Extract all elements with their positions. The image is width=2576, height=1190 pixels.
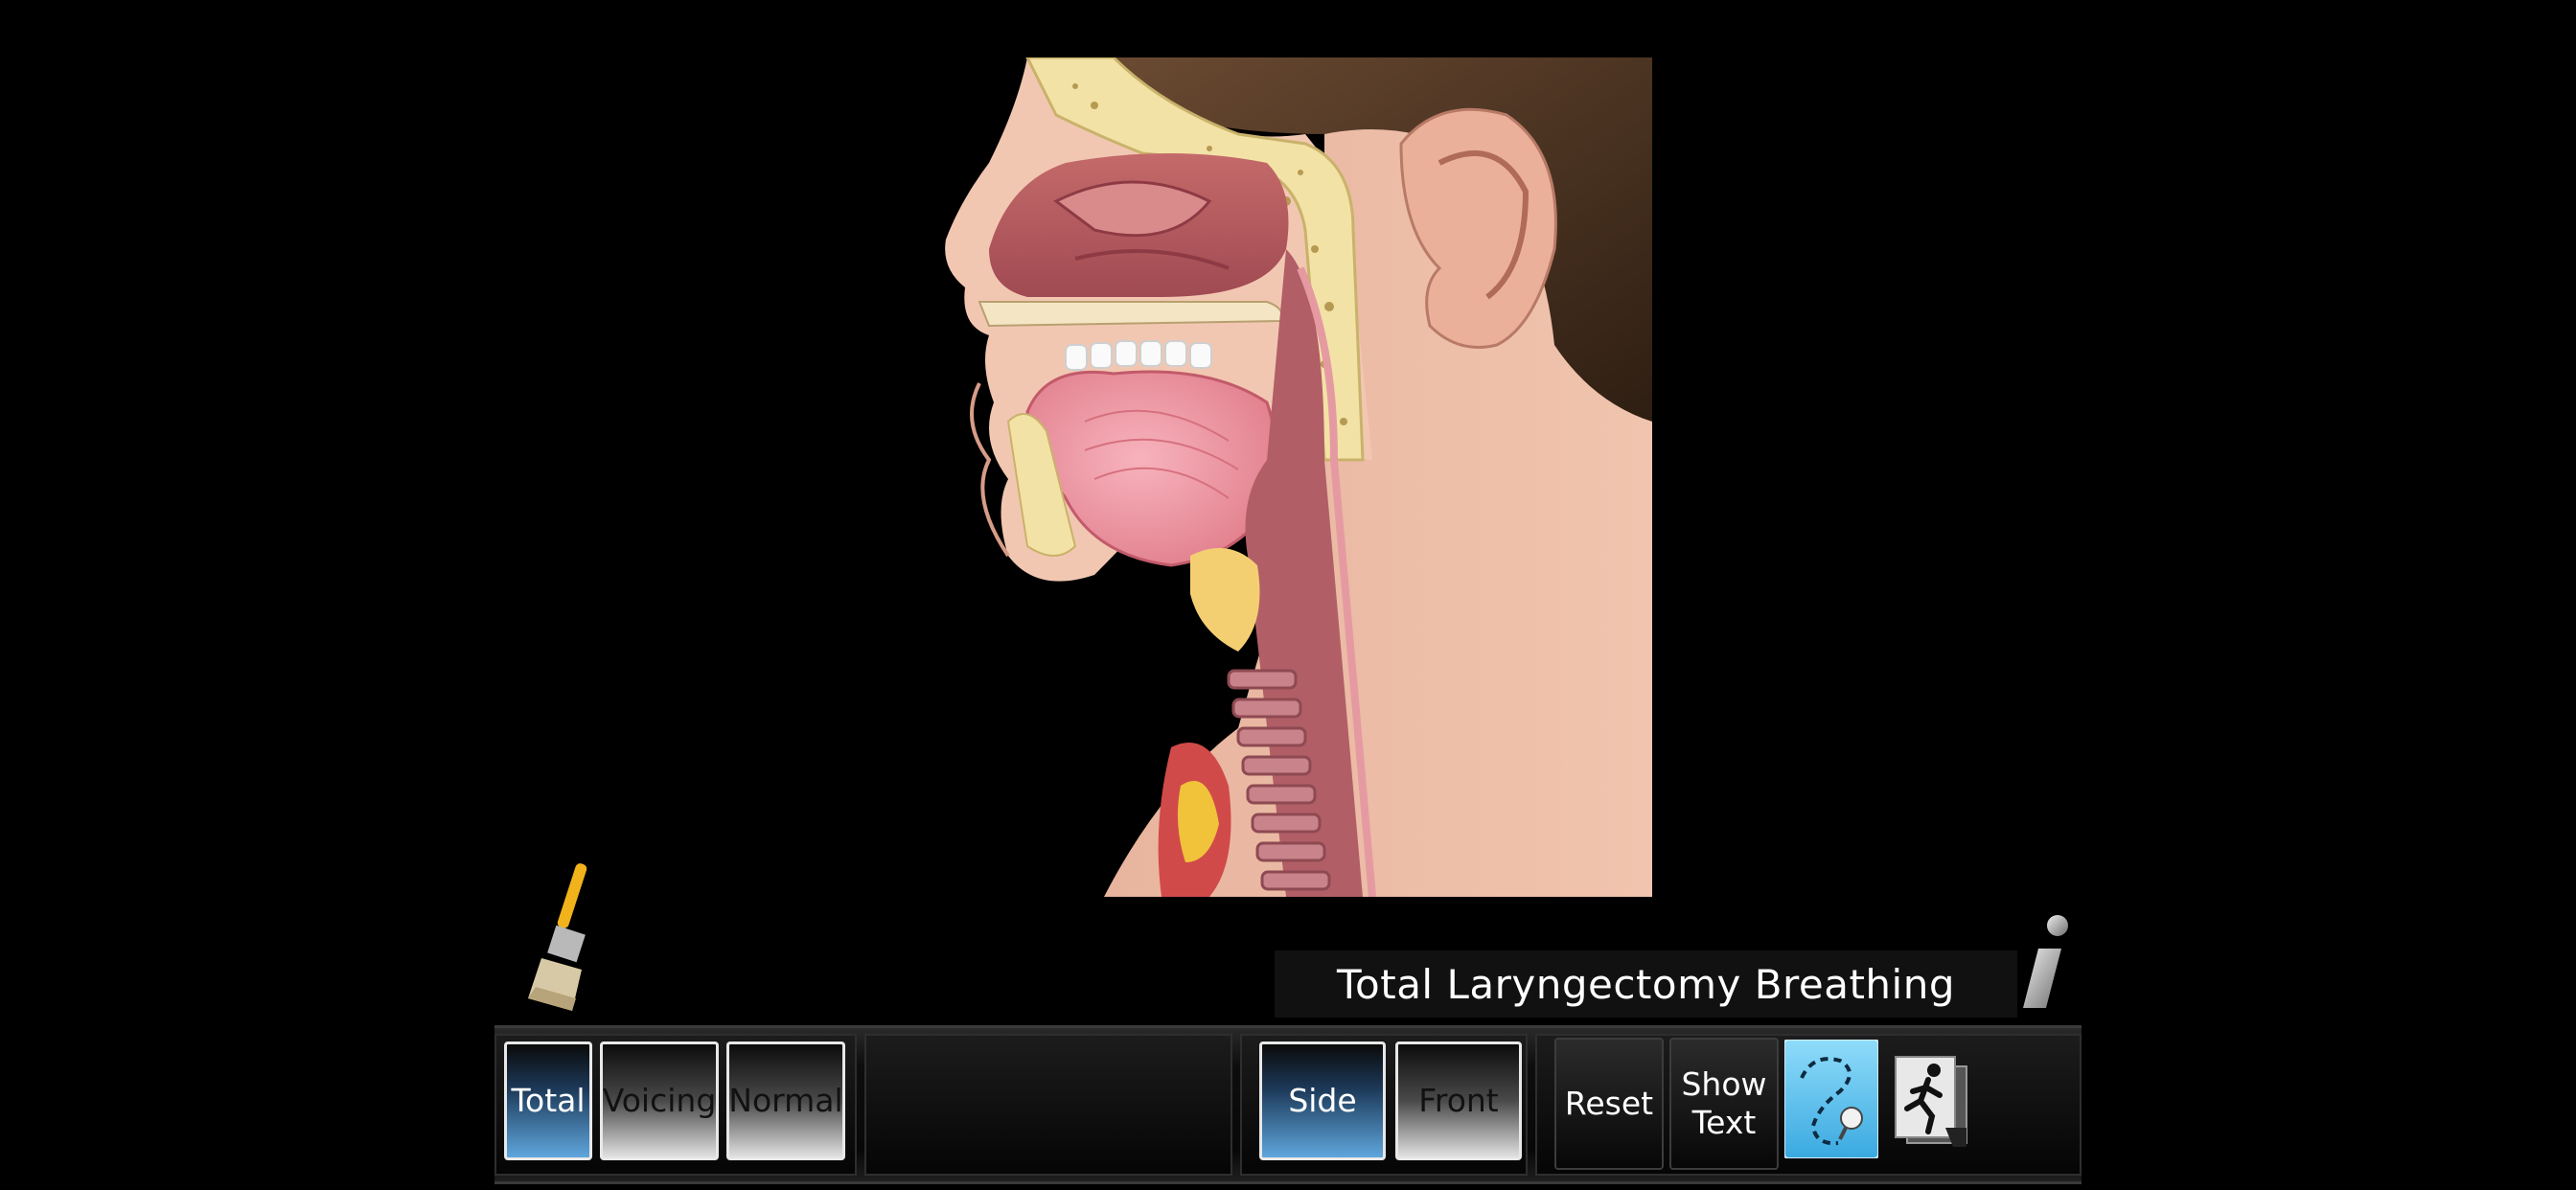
reset-button-label: Reset bbox=[1564, 1085, 1654, 1123]
title-bar: Total Laryngectomy Breathing bbox=[1275, 950, 2017, 1018]
front-view-button[interactable]: Front bbox=[1395, 1041, 1522, 1160]
path-trace-icon bbox=[1783, 1039, 1879, 1159]
show-text-button[interactable]: Show Text bbox=[1669, 1038, 1779, 1170]
voicing-button[interactable]: Voicing bbox=[600, 1041, 719, 1160]
exit-running-man-icon bbox=[1895, 1056, 1967, 1147]
normal-button[interactable]: Normal bbox=[726, 1041, 845, 1160]
show-text-line1: Show bbox=[1681, 1065, 1767, 1104]
page-title: Total Laryngectomy Breathing bbox=[1337, 960, 1955, 1008]
empty-panel bbox=[864, 1034, 1232, 1176]
info-icon[interactable] bbox=[2017, 912, 2075, 1018]
bottom-toolbar: Total Voicing Normal Side Front Reset Sh… bbox=[494, 1025, 2082, 1184]
exit-button[interactable] bbox=[1886, 1040, 1972, 1158]
voicing-button-label: Voicing bbox=[602, 1082, 717, 1120]
side-view-button[interactable]: Side bbox=[1259, 1041, 1386, 1160]
side-button-label: Side bbox=[1288, 1082, 1357, 1120]
total-button-label: Total bbox=[511, 1082, 586, 1120]
path-trace-button[interactable] bbox=[1783, 1039, 1879, 1159]
normal-button-label: Normal bbox=[728, 1082, 843, 1120]
paintbrush-icon[interactable] bbox=[522, 862, 609, 1016]
reset-button[interactable]: Reset bbox=[1554, 1038, 1664, 1170]
front-button-label: Front bbox=[1418, 1082, 1499, 1120]
show-text-line2: Text bbox=[1691, 1104, 1757, 1141]
app-stage: Total Laryngectomy Breathing Total Voici… bbox=[0, 0, 2576, 1190]
anatomy-illustration bbox=[922, 57, 1652, 897]
total-button[interactable]: Total bbox=[504, 1041, 592, 1160]
